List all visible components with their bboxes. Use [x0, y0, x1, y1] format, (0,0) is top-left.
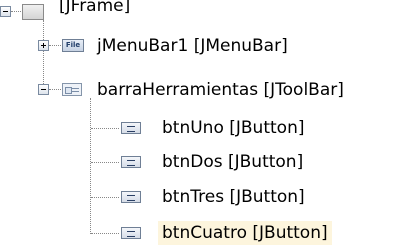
button-icon [121, 191, 141, 203]
btndos-connector [91, 162, 119, 163]
root-children-connector [43, 20, 44, 90]
tree-node-btncuatro[interactable]: btnCuatro [JButton] [158, 221, 332, 245]
toolbar-connector [49, 89, 61, 90]
tree-node-btndos[interactable]: btnDos [JButton] [158, 150, 307, 174]
root-connector [11, 11, 21, 12]
toolbar-icon [62, 83, 82, 96]
button-icon [121, 122, 141, 134]
root-collapse-toggle[interactable] [0, 6, 11, 17]
btnuno-connector [91, 128, 119, 129]
toolbar-children-connector [90, 98, 91, 234]
menubar-connector [49, 45, 61, 46]
frame-icon [22, 4, 44, 20]
menubar-file-icon: File [62, 39, 84, 52]
tree-node-btnuno[interactable]: btnUno [JButton] [158, 116, 308, 140]
component-tree: [JFrame] File jMenuBar1 [JMenuBar] barra… [0, 0, 413, 246]
tree-node-barraherramientas[interactable]: barraHerramientas [JToolBar] [93, 78, 348, 102]
toolbar-collapse-toggle[interactable] [38, 84, 49, 95]
tree-node-jmenubar1[interactable]: jMenuBar1 [JMenuBar] [93, 34, 292, 58]
tree-node-btntres[interactable]: btnTres [JButton] [158, 185, 309, 209]
btncuatro-connector [91, 233, 119, 234]
btntres-connector [91, 197, 119, 198]
button-icon [121, 156, 141, 168]
tree-node-jframe[interactable]: [JFrame] [55, 0, 134, 18]
button-icon [121, 227, 141, 239]
menubar-expand-toggle[interactable] [38, 40, 49, 51]
